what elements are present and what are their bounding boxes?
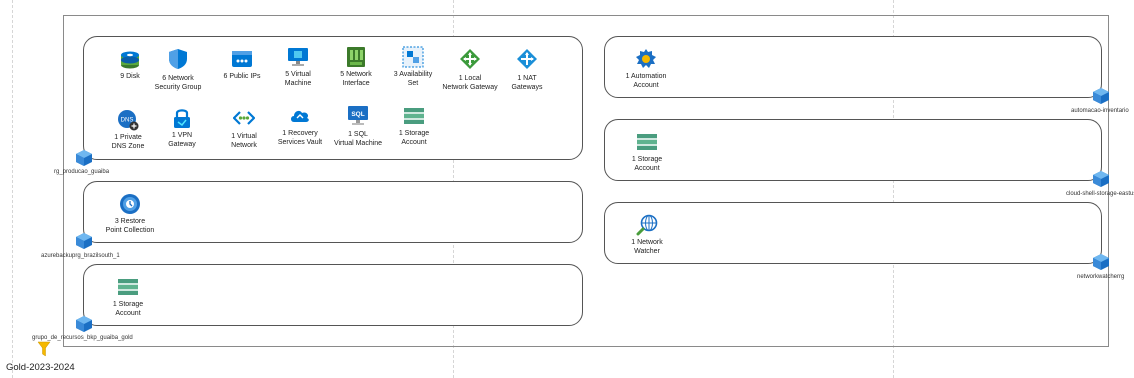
resource-group-label: networkwatcherrg: [1077, 274, 1125, 280]
item-label-line2: Security Group: [154, 83, 202, 91]
resource-private-dns-zone[interactable]: DNS 1 Private DNS Zone: [106, 109, 150, 151]
storage-account-icon: [118, 279, 138, 295]
sql-virtual-machine-icon: SQL: [348, 106, 368, 125]
item-label-line2: Account: [401, 138, 427, 146]
item-label-line1: 6 Public IPs: [223, 73, 261, 80]
item-label-line2: Virtual Machine: [333, 139, 383, 147]
resource-virtual-machine[interactable]: 5 Virtual Machine: [278, 46, 318, 88]
item-label-line1: 1 Private: [114, 134, 142, 141]
item-label-line2: Machine: [284, 79, 312, 87]
item-label-line1: 1 Storage: [631, 156, 663, 163]
network-watcher-icon: [636, 214, 658, 236]
availability-set-icon: [402, 46, 424, 68]
recovery-services-vault-icon: [291, 110, 309, 122]
resource-storage-account[interactable]: 1 Storage Account: [108, 276, 148, 318]
storage-account-icon: [637, 134, 657, 150]
resource-group-grupo-bkp-guaiba-gold[interactable]: [83, 264, 583, 326]
virtual-network-icon: [233, 111, 255, 125]
item-label-line2: DNS Zone: [111, 142, 145, 150]
item-label-line1: 3 Restore: [114, 218, 146, 225]
resource-public-ips[interactable]: 6 Public IPs: [219, 48, 265, 82]
resource-sql-virtual-machine[interactable]: SQL 1 SQL Virtual Machine: [329, 105, 387, 148]
network-security-group-icon: [169, 49, 187, 69]
item-label-line2: Account: [633, 81, 659, 89]
item-label-line1: 1 Storage: [398, 130, 430, 137]
item-label-line1: 1 Virtual: [231, 133, 257, 140]
item-label-line1: 5 Virtual: [285, 71, 311, 78]
item-label-line1: 6 Network: [162, 75, 194, 82]
subscription-label: Gold-2023-2024: [6, 362, 75, 373]
item-label-line2: Set: [407, 79, 419, 87]
resource-group-cube-icon[interactable]: [75, 149, 93, 167]
restore-point-collection-icon: [120, 194, 140, 214]
resource-group-automacao-inventario[interactable]: [604, 36, 1102, 98]
item-label-line1: 1 Automation: [625, 73, 667, 80]
resource-restore-point-collection[interactable]: 3 Restore Point Collection: [100, 193, 160, 235]
item-label-line1: 1 Recovery: [282, 130, 318, 137]
resource-availability-set[interactable]: 3 Availability Set: [389, 46, 437, 88]
storage-account-icon: [404, 108, 424, 124]
item-label-line1: 1 SQL: [348, 131, 368, 138]
resource-automation-account[interactable]: 1 Automation Account: [620, 48, 672, 90]
resource-vpn-gateway[interactable]: 1 VPN Gateway: [162, 107, 202, 149]
network-interface-icon: [347, 47, 365, 67]
item-label-line2: Gateways: [511, 83, 543, 91]
nat-gateway-icon: [517, 49, 537, 69]
private-dns-zone-icon: DNS: [118, 110, 139, 131]
resource-nat-gateways[interactable]: 1 NAT Gateways: [507, 48, 547, 92]
item-label-line1: 9 Disk: [120, 73, 140, 80]
resource-recovery-services-vault[interactable]: 1 Recovery Services Vault: [274, 105, 326, 147]
svg-text:SQL: SQL: [351, 111, 364, 118]
item-label-line2: Watcher: [634, 247, 660, 255]
page-divider: [12, 0, 13, 378]
resource-group-networkwatcherrg[interactable]: [604, 202, 1102, 264]
item-label-line2: Account: [115, 309, 141, 317]
item-label-line1: 1 Storage: [112, 301, 144, 308]
subscription-key-icon[interactable]: [37, 341, 51, 357]
item-label-line2: Gateway: [168, 140, 196, 148]
item-label-line1: 1 VPN: [171, 132, 193, 139]
item-label-line2: Network Gateway: [442, 83, 498, 91]
resource-group-label: azurebackuprg_brazilsouth_1: [41, 253, 120, 259]
item-label-line2: Network: [231, 141, 257, 149]
virtual-machine-icon: [288, 48, 308, 66]
public-ip-icon: [232, 51, 252, 67]
item-label-line1: 1 NAT: [517, 75, 537, 82]
resource-group-label: cloud-shell-storage-eastus: [1066, 191, 1134, 197]
item-label-line1: 1 Network: [631, 239, 663, 246]
item-label-line2: Services Vault: [277, 138, 323, 146]
resource-group-label: automacao-inventario: [1071, 108, 1129, 114]
resource-group-cube-icon[interactable]: [1092, 87, 1110, 105]
item-label-line2: Account: [634, 164, 660, 172]
local-network-gateway-icon: [460, 49, 480, 69]
automation-account-icon: [636, 49, 656, 68]
resource-group-cube-icon[interactable]: [75, 232, 93, 250]
resource-virtual-network[interactable]: 1 Virtual Network: [224, 107, 264, 150]
resource-group-cube-icon[interactable]: [1092, 253, 1110, 271]
resource-storage-account[interactable]: 1 Storage Account: [627, 131, 667, 173]
resource-network-interface[interactable]: 5 Network Interface: [334, 46, 378, 88]
disk-icon: [121, 51, 139, 69]
item-label-line1: 3 Availability: [393, 71, 433, 78]
resource-network-watcher[interactable]: 1 Network Watcher: [625, 214, 669, 256]
item-label-line1: 1 Local: [458, 75, 482, 82]
resource-network-security-group[interactable]: 6 Network Security Group: [153, 48, 203, 92]
resource-storage-account[interactable]: 1 Storage Account: [394, 105, 434, 147]
resource-group-cube-icon[interactable]: [1092, 170, 1110, 188]
item-label-line2: Point Collection: [105, 226, 155, 234]
item-label-line2: Interface: [342, 79, 370, 87]
vpn-gateway-icon: [174, 109, 190, 128]
resource-group-cloud-shell-storage[interactable]: [604, 119, 1102, 181]
resource-local-network-gateway[interactable]: 1 Local Network Gateway: [440, 48, 500, 92]
resource-group-label: rg_producao_guaiba: [54, 169, 110, 175]
item-label-line1: 5 Network: [340, 71, 372, 78]
resource-disk[interactable]: 9 Disk: [110, 48, 150, 82]
resource-group-cube-icon[interactable]: [75, 315, 93, 333]
